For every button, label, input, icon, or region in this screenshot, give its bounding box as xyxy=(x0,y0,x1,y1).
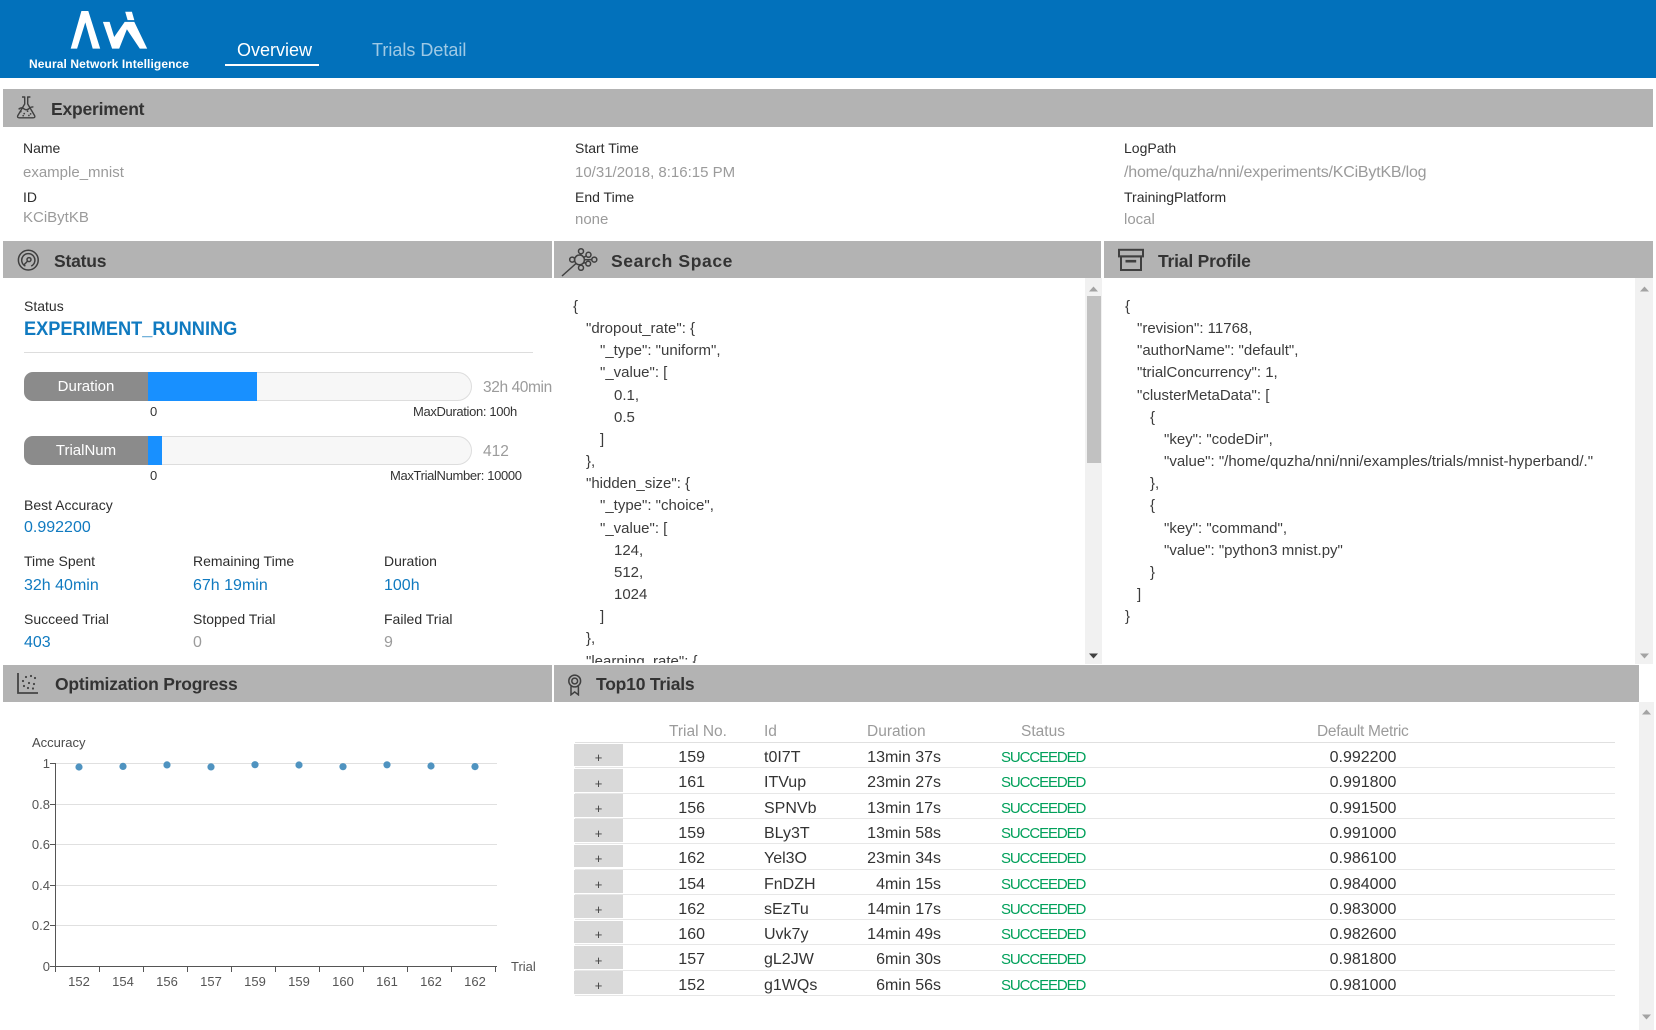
svg-text:0: 0 xyxy=(43,959,50,974)
svg-text:0.8: 0.8 xyxy=(32,797,50,812)
svg-text:156: 156 xyxy=(156,974,178,989)
svg-text:0.6: 0.6 xyxy=(32,837,50,852)
svg-text:162: 162 xyxy=(464,974,486,989)
svg-text:157: 157 xyxy=(200,974,222,989)
svg-text:0.4: 0.4 xyxy=(32,878,50,893)
svg-text:152: 152 xyxy=(68,974,90,989)
svg-text:160: 160 xyxy=(332,974,354,989)
svg-text:159: 159 xyxy=(244,974,266,989)
svg-text:159: 159 xyxy=(288,974,310,989)
svg-text:1: 1 xyxy=(43,756,50,771)
svg-text:162: 162 xyxy=(420,974,442,989)
svg-text:0.2: 0.2 xyxy=(32,918,50,933)
svg-text:Accuracy: Accuracy xyxy=(32,735,86,750)
svg-text:161: 161 xyxy=(376,974,398,989)
svg-text:Trial: Trial xyxy=(511,959,536,974)
svg-text:154: 154 xyxy=(112,974,134,989)
